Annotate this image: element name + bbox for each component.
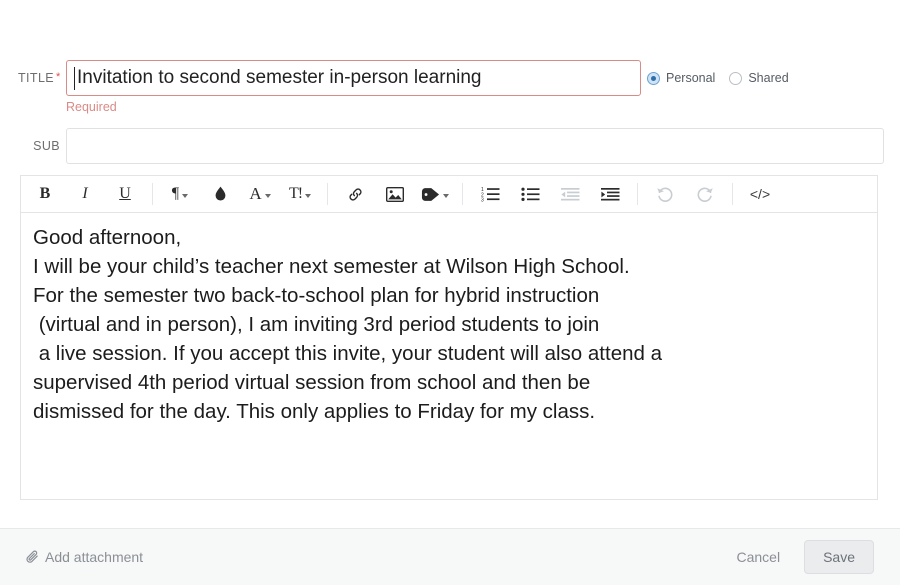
toolbar-divider [732,183,733,205]
save-button[interactable]: Save [804,540,874,574]
numbered-list-icon[interactable]: 1 2 3 [470,179,510,209]
toolbar-divider [637,183,638,205]
required-asterisk: * [56,71,61,83]
paragraph-format-icon[interactable]: ¶ [160,179,200,209]
bold-icon[interactable]: B [25,179,65,209]
insert-link-icon[interactable] [335,179,375,209]
bullet-list-icon[interactable] [510,179,550,209]
radio-selected-icon [647,71,660,85]
chevron-down-icon [305,193,312,198]
visibility-radio-group: Personal Shared [647,71,789,85]
radio-label-shared: Shared [748,71,789,85]
rich-text-editor: B I U ¶ A T! 1 2 3 </> Good afternoon, I… [20,175,878,500]
paperclip-icon [26,550,39,564]
undo-icon[interactable] [645,179,685,209]
outdent-icon[interactable] [550,179,590,209]
note-editor-dialog: TITLE* Required Personal Shared SUB B I … [0,0,900,585]
radio-label-personal: Personal [666,71,716,85]
dialog-footer: Add attachment Cancel Save [0,528,900,585]
indent-icon[interactable] [590,179,630,209]
editor-content-area[interactable]: Good afternoon, I will be your child’s t… [21,213,877,491]
radio-unselected-icon [729,71,743,85]
chevron-down-icon [443,193,449,198]
title-input[interactable] [66,60,641,96]
editor-toolbar: B I U ¶ A T! 1 2 3 </> [21,176,877,213]
redo-icon[interactable] [685,179,725,209]
chevron-down-icon [264,193,271,198]
toolbar-divider [462,183,463,205]
add-attachment-button[interactable]: Add attachment [26,549,143,565]
title-label: TITLE * [18,60,60,85]
footer-actions: Cancel Save [732,540,874,574]
svg-text:3: 3 [481,197,484,202]
code-view-icon[interactable]: </> [740,179,780,209]
insert-image-icon[interactable] [375,179,415,209]
toolbar-divider [152,183,153,205]
toolbar-divider [327,183,328,205]
sub-field-row: SUB [0,128,900,164]
title-required-error: Required [66,100,117,114]
font-size-icon[interactable]: T! [280,179,320,209]
title-label-text: TITLE [18,71,55,85]
underline-icon[interactable]: U [105,179,145,209]
sub-input[interactable] [66,128,884,164]
sub-label: SUB [33,139,60,153]
chevron-down-icon [182,193,189,198]
title-input-wrapper [66,60,641,96]
cancel-button[interactable]: Cancel [732,543,784,571]
highlight-color-icon[interactable] [200,179,240,209]
insert-tag-icon[interactable] [415,179,455,209]
add-attachment-label: Add attachment [45,549,144,565]
text-caret [74,67,75,90]
italic-icon[interactable]: I [65,179,105,209]
radio-option-shared[interactable]: Shared [729,71,789,85]
text-color-icon[interactable]: A [240,179,280,209]
radio-option-personal[interactable]: Personal [647,71,715,85]
